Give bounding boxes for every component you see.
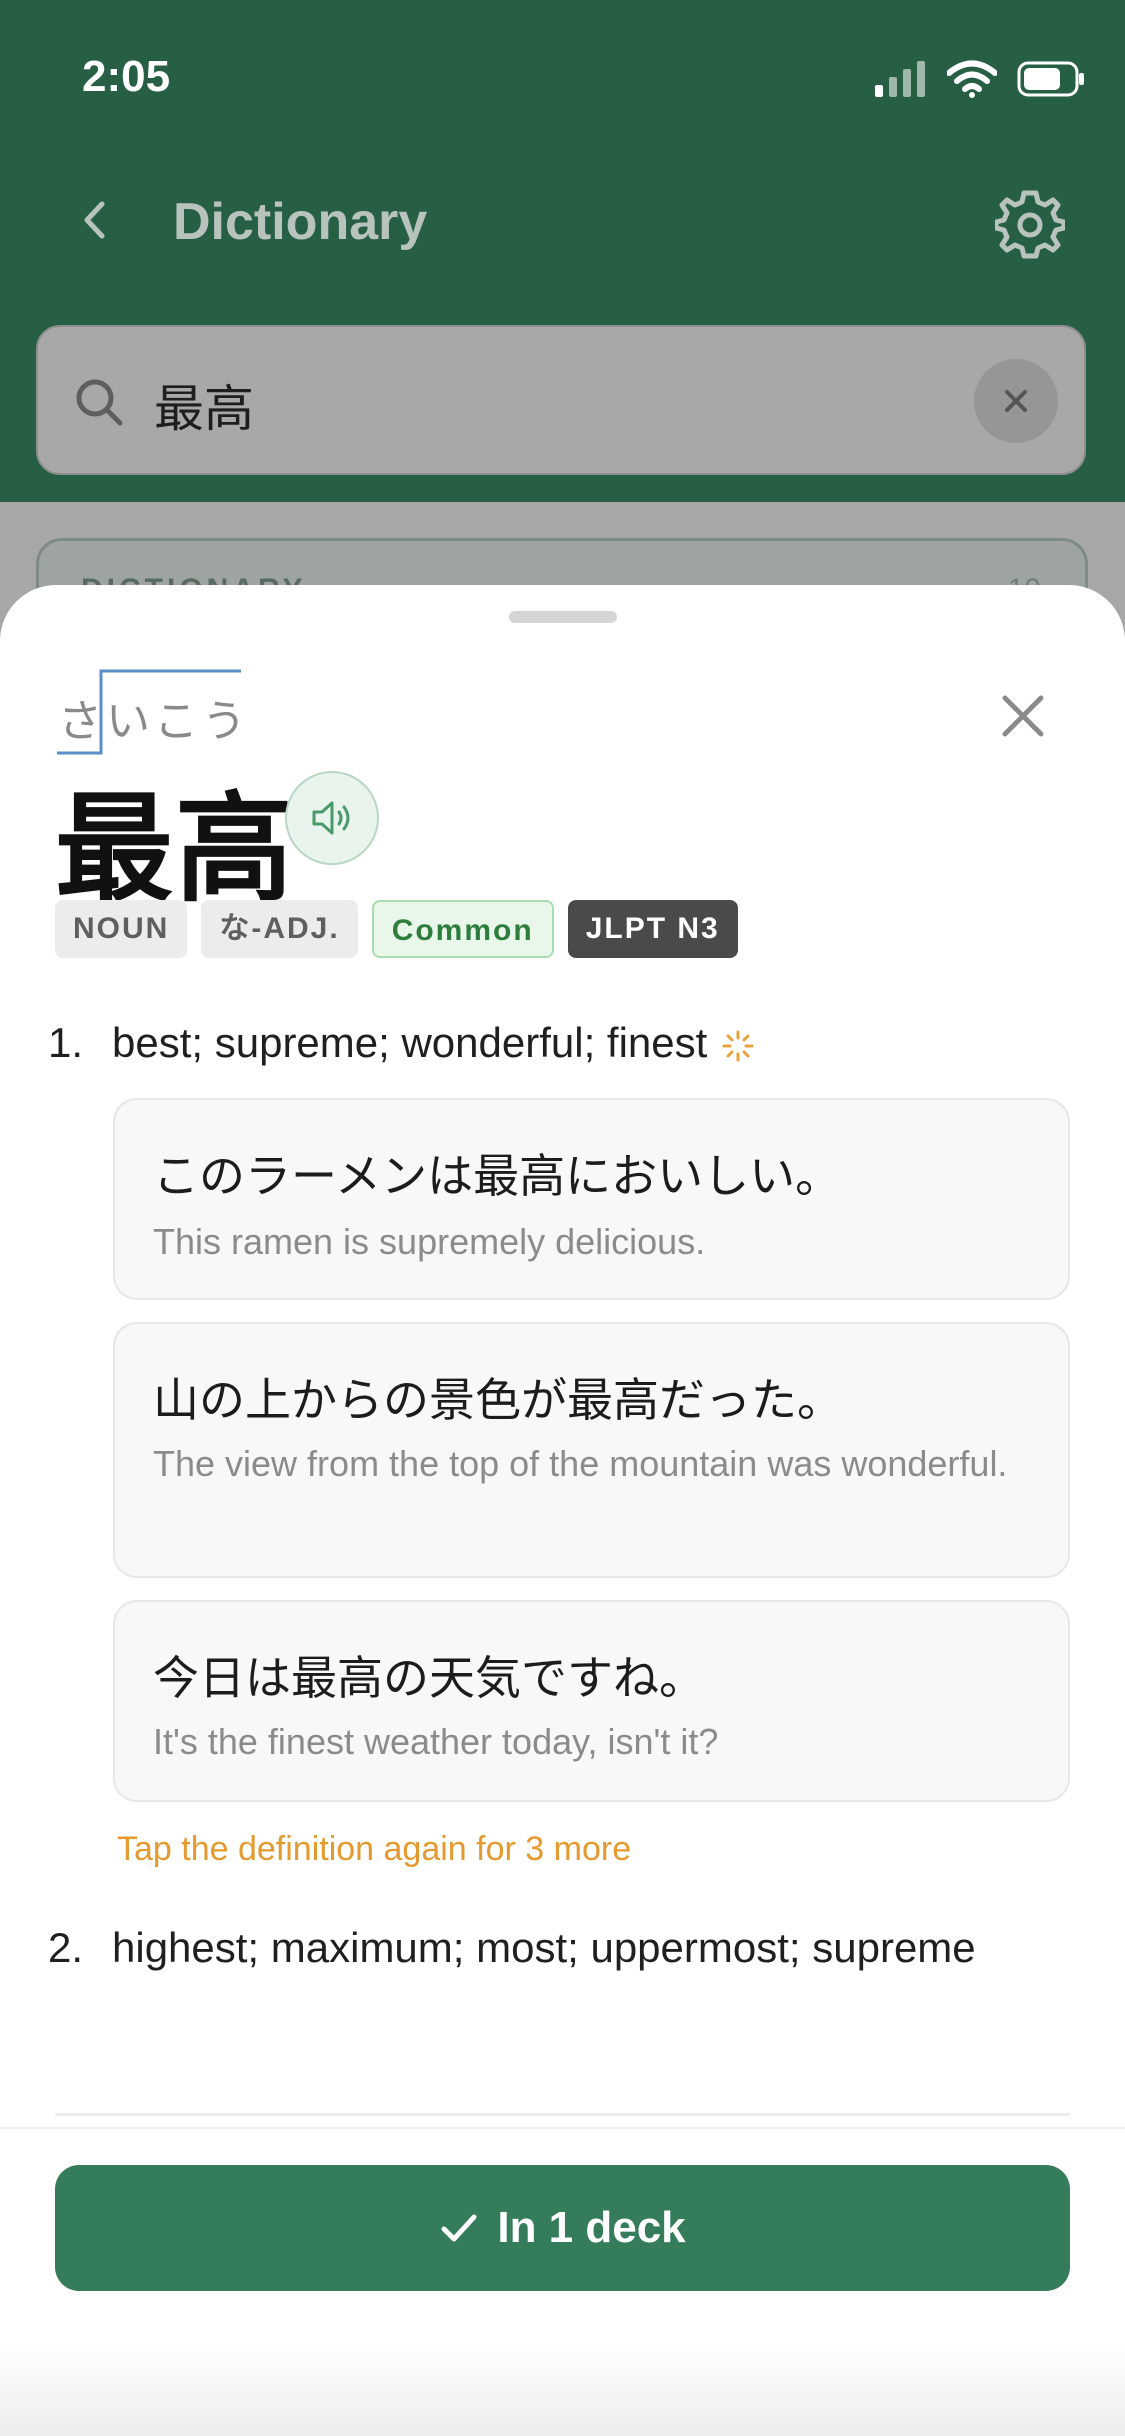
tag-noun: NOUN (55, 900, 188, 958)
divider (55, 2113, 1070, 2116)
sheet-drag-handle[interactable] (509, 611, 617, 623)
search-bar[interactable]: 最高 (36, 325, 1086, 475)
example-sentence[interactable]: 今日は最高の天気ですね。 It's the finest weather tod… (113, 1600, 1070, 1802)
search-input[interactable]: 最高 (154, 369, 254, 441)
example-japanese: 山の上からの景色が最高だった。 (153, 1373, 843, 1427)
back-chevron-icon[interactable] (70, 190, 120, 250)
speaker-icon (312, 801, 350, 835)
word-kanji: 最高 (55, 779, 296, 918)
wifi-icon (947, 60, 997, 98)
example-sentence[interactable]: このラーメンは最高においしい。 This ramen is supremely … (113, 1098, 1070, 1300)
more-examples-hint: Tap the definition again for 3 more (117, 1830, 632, 1868)
word-reading: さいこう (58, 696, 250, 747)
status-time: 2:05 (82, 52, 171, 101)
definition-number: 1. (48, 1019, 84, 1066)
tag-common: Common (371, 900, 554, 958)
example-sentence[interactable]: 山の上からの景色が最高だった。 The view from the top of… (113, 1322, 1070, 1578)
clear-search-button[interactable] (974, 359, 1058, 443)
word-detail-sheet: さいこう 最高 NOUN な-ADJ. Common JLPT N3 1. bes… (0, 585, 1125, 2436)
definition-1[interactable]: 1. best; supreme; wonderful; finest (48, 1005, 992, 1080)
page-title: Dictionary (173, 193, 428, 251)
in-deck-button[interactable]: In 1 deck (55, 2165, 1070, 2291)
clear-x-icon (1005, 390, 1027, 412)
tag-jlpt-level: JLPT N3 (567, 900, 738, 958)
checkmark-icon (441, 2214, 477, 2242)
definition-2[interactable]: 2. highest; maximum; most; uppermost; sup… (48, 1910, 992, 1985)
definition-text: best; supreme; wonderful; finest (112, 1019, 708, 1066)
tag-na-adjective: な-ADJ. (201, 900, 358, 958)
cellular-signal-icon (875, 61, 925, 97)
example-english: The view from the top of the mountain wa… (153, 1443, 1008, 1484)
definition-text: highest; maximum; most; uppermost; supre… (112, 1924, 976, 1971)
word-tags: NOUN な-ADJ. Common JLPT N3 (55, 900, 738, 958)
sparkle-icon (722, 1030, 754, 1062)
bottom-fade (0, 2345, 1125, 2436)
close-icon[interactable] (990, 683, 1056, 749)
in-deck-label: In 1 deck (497, 2203, 686, 2252)
example-english: This ramen is supremely delicious. (153, 1221, 706, 1262)
definition-number: 2. (48, 1924, 84, 1971)
example-japanese: 今日は最高の天気ですね。 (153, 1651, 705, 1705)
status-icons (875, 60, 1085, 98)
example-english: It's the finest weather today, isn't it? (153, 1721, 719, 1762)
search-icon (76, 379, 123, 426)
play-audio-button[interactable] (285, 771, 379, 865)
battery-icon (1017, 61, 1084, 97)
gear-icon[interactable] (995, 190, 1065, 260)
example-japanese: このラーメンは最高においしい。 (153, 1149, 842, 1203)
footer-separator (0, 2127, 1125, 2129)
app-header: 2:05 Dictionary 最高 (0, 0, 1125, 502)
